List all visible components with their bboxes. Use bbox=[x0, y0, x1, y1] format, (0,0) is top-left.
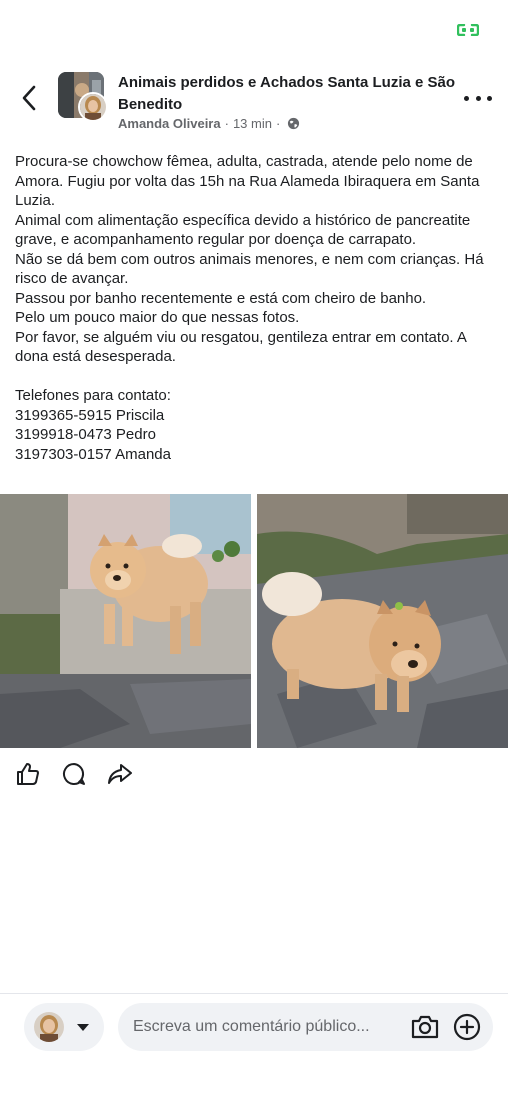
author-name-link[interactable]: Amanda Oliveira bbox=[118, 116, 221, 131]
post-paragraph: Por favor, se alguém viu ou resgatou, ge… bbox=[15, 328, 467, 366]
screen-share-indicator-icon bbox=[457, 24, 479, 36]
post-body: Procura-se chowchow fêmea, adulta, castr… bbox=[15, 152, 495, 464]
more-options-button[interactable] bbox=[464, 88, 492, 108]
camera-icon[interactable] bbox=[410, 1014, 440, 1040]
comment-placeholder: Escreva um comentário público... bbox=[133, 1018, 370, 1035]
post-header: Animais perdidos e Achados Santa Luzia e… bbox=[0, 68, 508, 138]
globe-icon bbox=[288, 117, 300, 130]
post-meta: Amanda Oliveira · 13 min · bbox=[118, 116, 300, 131]
caret-down-icon bbox=[77, 1023, 89, 1031]
post-paragraph: Animal com alimentação específica devido… bbox=[15, 211, 471, 249]
meta-separator: · bbox=[224, 116, 229, 131]
contacts-title: Telefones para contato: bbox=[15, 387, 171, 404]
dog-photo-1[interactable] bbox=[0, 494, 251, 748]
more-dot-icon bbox=[487, 95, 492, 101]
comment-input[interactable]: Escreva um comentário público... bbox=[118, 1003, 493, 1051]
comment-icon bbox=[63, 763, 85, 785]
share-button[interactable] bbox=[104, 758, 136, 790]
like-button[interactable] bbox=[12, 758, 44, 790]
share-icon bbox=[108, 764, 132, 784]
back-button[interactable] bbox=[14, 82, 44, 114]
post-paragraph: Procura-se chowchow fêmea, adulta, castr… bbox=[15, 153, 480, 209]
contact-line: 3199918-0473 Pedro bbox=[15, 426, 156, 443]
post-time[interactable]: 13 min bbox=[233, 116, 272, 131]
comment-button[interactable] bbox=[58, 758, 90, 790]
chevron-left-icon bbox=[22, 85, 36, 111]
identity-switcher[interactable] bbox=[24, 1003, 104, 1051]
meta-separator: · bbox=[275, 116, 281, 131]
comment-bar: Escreva um comentário público... bbox=[0, 993, 508, 1100]
contact-line: 3199365-5915 Priscila bbox=[15, 406, 165, 424]
post-actions bbox=[12, 758, 136, 790]
thumbs-up-icon bbox=[17, 763, 39, 785]
group-name-link[interactable]: Animais perdidos e Achados Santa Luzia e… bbox=[118, 72, 458, 116]
post-paragraph: Pelo um pouco maior do que nessas fotos. bbox=[15, 309, 300, 326]
post-paragraph: Não se dá bem com outros animais menores… bbox=[15, 250, 484, 288]
dog-photo-2[interactable] bbox=[257, 494, 508, 748]
add-circle-icon[interactable] bbox=[453, 1013, 481, 1041]
author-avatar[interactable] bbox=[78, 92, 108, 122]
user-avatar bbox=[34, 1012, 64, 1042]
contact-line: 3197303-0157 Amanda bbox=[15, 445, 171, 463]
more-dot-icon bbox=[464, 95, 469, 101]
more-dot-icon bbox=[475, 95, 481, 101]
post-paragraph: Passou por banho recentemente e está com… bbox=[15, 289, 427, 307]
